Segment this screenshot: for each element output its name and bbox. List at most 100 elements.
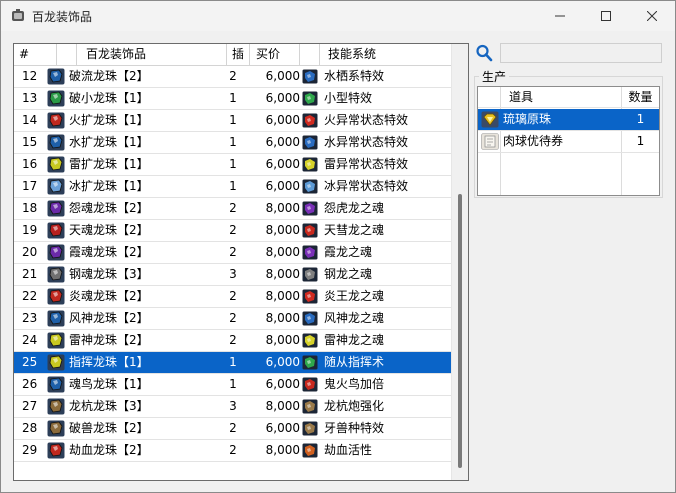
- column-header-number[interactable]: #: [14, 44, 57, 65]
- skill-icon: [302, 443, 318, 458]
- skill-icon-cell: [301, 176, 323, 197]
- skill-icon-cell: [301, 198, 323, 219]
- row-number: 27: [22, 399, 38, 413]
- skill-icon: [302, 377, 318, 392]
- decoration-gem-icon: [47, 442, 65, 459]
- skill-icon-cell: [301, 242, 323, 263]
- buy-price: 6,000: [265, 355, 300, 369]
- skill-name: 随从指挥术: [324, 355, 385, 369]
- column-header-skill[interactable]: 技能系统: [320, 44, 451, 65]
- slot-level: 1: [229, 179, 237, 193]
- skill-icon-cell: [301, 396, 323, 417]
- row-number: 17: [22, 179, 38, 193]
- skill-icon: [302, 289, 318, 304]
- title-bar[interactable]: 百龙装饰品: [1, 1, 675, 31]
- production-row[interactable]: 肉球优待券 1: [478, 131, 659, 153]
- table-row[interactable]: 25 指挥龙珠【1】 1 6,000 随从指挥术: [14, 352, 451, 374]
- row-number: 16: [22, 157, 38, 171]
- skill-icon-cell: [301, 330, 323, 351]
- skill-icon: [302, 245, 318, 260]
- table-row[interactable]: 23 风神龙珠【2】 2 8,000 风神龙之魂: [14, 308, 451, 330]
- table-row[interactable]: 15 水扩龙珠【1】 1 6,000 水异常状态特效: [14, 132, 451, 154]
- skill-icon: [302, 267, 318, 282]
- decoration-gem-icon: [47, 266, 65, 283]
- decoration-gem-icon: [47, 420, 65, 437]
- table-row[interactable]: 22 炎魂龙珠【2】 2 8,000 炎王龙之魂: [14, 286, 451, 308]
- skill-name: 水异常状态特效: [324, 135, 409, 149]
- skill-icon-cell: [301, 418, 323, 439]
- buy-price: 6,000: [265, 179, 300, 193]
- slot-level: 2: [229, 311, 237, 325]
- close-button[interactable]: [629, 1, 675, 31]
- decoration-icon-cell: [46, 154, 68, 175]
- row-number: 13: [22, 91, 38, 105]
- skill-name: 天彗龙之魂: [324, 223, 385, 237]
- decoration-icon-cell: [46, 132, 68, 153]
- decoration-gem-icon: [47, 112, 65, 129]
- slot-level: 2: [229, 245, 237, 259]
- row-number: 19: [22, 223, 38, 237]
- skill-icon-cell: [301, 220, 323, 241]
- skill-icon: [302, 333, 318, 348]
- buy-price: 8,000: [265, 311, 300, 325]
- decoration-name: 雷神龙珠【2】: [69, 333, 149, 347]
- table-row[interactable]: 12 破流龙珠【2】 2 6,000 水栖系特效: [14, 66, 451, 88]
- skill-icon: [302, 355, 318, 370]
- skill-icon-cell: [301, 154, 323, 175]
- skill-icon: [302, 135, 318, 150]
- skill-icon-cell: [301, 88, 323, 109]
- decoration-name: 霞魂龙珠【2】: [69, 245, 149, 259]
- minimize-button[interactable]: [537, 1, 583, 31]
- column-header-name[interactable]: 百龙装饰品: [77, 44, 227, 65]
- decoration-name: 天魂龙珠【2】: [69, 223, 149, 237]
- column-header-icon[interactable]: [57, 44, 77, 65]
- maximize-button[interactable]: [583, 1, 629, 31]
- skill-icon: [302, 399, 318, 414]
- search-input[interactable]: [500, 43, 662, 63]
- table-row[interactable]: 21 钢魂龙珠【3】 3 8,000 钢龙之魂: [14, 264, 451, 286]
- decoration-icon-cell: [46, 352, 68, 373]
- table-row[interactable]: 24 雷神龙珠【2】 2 8,000 雷神龙之魂: [14, 330, 451, 352]
- skill-icon: [302, 157, 318, 172]
- table-row[interactable]: 26 魂鸟龙珠【1】 1 6,000 鬼火鸟加倍: [14, 374, 451, 396]
- table-row[interactable]: 20 霞魂龙珠【2】 2 8,000 霞龙之魂: [14, 242, 451, 264]
- column-header-skill-icon[interactable]: [300, 44, 320, 65]
- item-icon-cell: [480, 131, 500, 152]
- buy-price: 6,000: [265, 421, 300, 435]
- decoration-icon-cell: [46, 440, 68, 461]
- skill-icon-cell: [301, 308, 323, 329]
- table-row[interactable]: 27 龙杭龙珠【3】 3 8,000 龙杭炮强化: [14, 396, 451, 418]
- table-header: # 百龙装饰品 插 买价 技能系统: [14, 44, 451, 66]
- column-header-slot[interactable]: 插: [227, 44, 250, 65]
- production-row[interactable]: 琉璃原珠 1: [478, 109, 659, 131]
- row-number: 21: [22, 267, 38, 281]
- row-number: 28: [22, 421, 38, 435]
- table-row[interactable]: 14 火扩龙珠【1】 1 6,000 火异常状态特效: [14, 110, 451, 132]
- buy-price: 8,000: [265, 399, 300, 413]
- table-row[interactable]: 17 冰扩龙珠【1】 1 6,000 冰异常状态特效: [14, 176, 451, 198]
- slot-level: 2: [229, 223, 237, 237]
- row-number: 22: [22, 289, 38, 303]
- buy-price: 8,000: [265, 201, 300, 215]
- table-row[interactable]: 28 破兽龙珠【2】 2 6,000 牙兽种特效: [14, 418, 451, 440]
- buy-price: 8,000: [265, 267, 300, 281]
- column-header-item[interactable]: 道具: [503, 87, 627, 108]
- row-number: 14: [22, 113, 38, 127]
- production-table[interactable]: 道具 数量 琉璃原珠 1 肉球优待券 1: [477, 86, 660, 196]
- decoration-table[interactable]: # 百龙装饰品 插 买价 技能系统 12 破流龙珠【2】 2 6,000 水栖系特效 13…: [13, 43, 469, 481]
- table-row[interactable]: 19 天魂龙珠【2】 2 8,000 天彗龙之魂: [14, 220, 451, 242]
- table-row[interactable]: 18 怨魂龙珠【2】 2 8,000 怨虎龙之魂: [14, 198, 451, 220]
- row-number: 29: [22, 443, 38, 457]
- table-row[interactable]: 13 破小龙珠【1】 1 6,000 小型特效: [14, 88, 451, 110]
- search-icon[interactable]: [475, 44, 493, 62]
- column-header-quantity[interactable]: 数量: [622, 87, 659, 108]
- decoration-icon-cell: [46, 88, 68, 109]
- slot-level: 2: [229, 443, 237, 457]
- table-row[interactable]: 16 雷扩龙珠【1】 1 6,000 雷异常状态特效: [14, 154, 451, 176]
- column-header-price[interactable]: 买价: [250, 44, 300, 65]
- scrollbar-thumb[interactable]: [458, 194, 462, 468]
- table-scrollbar[interactable]: [451, 44, 468, 480]
- slot-level: 1: [229, 135, 237, 149]
- table-row[interactable]: 29 劫血龙珠【2】 2 8,000 劫血活性: [14, 440, 451, 462]
- decoration-name: 破兽龙珠【2】: [69, 421, 149, 435]
